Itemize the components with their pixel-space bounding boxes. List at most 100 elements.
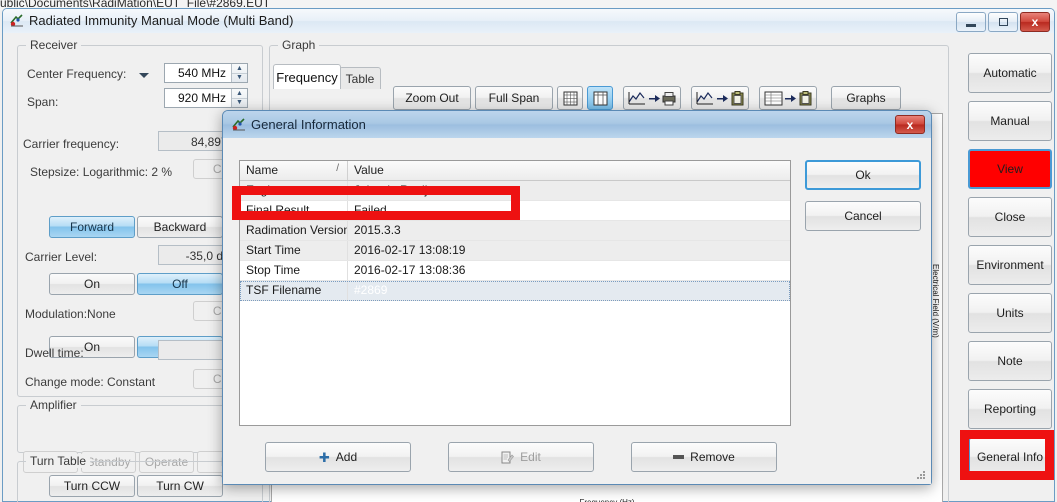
environment-button[interactable]: Environment	[968, 245, 1052, 285]
x-axis-label: Frequency (Hz)	[272, 498, 942, 502]
carrier-on-button[interactable]: On	[49, 273, 135, 295]
window-controls: x	[956, 12, 1050, 32]
row-value: #2869	[354, 283, 388, 297]
forward-button[interactable]: Forward	[49, 216, 135, 238]
sort-indicator-icon: /	[336, 163, 339, 174]
resize-grip-icon[interactable]	[915, 469, 927, 481]
remove-button[interactable]: Remove	[631, 442, 777, 472]
grid-icon-button[interactable]	[557, 86, 583, 110]
grid-icon	[563, 91, 577, 105]
general-info-grid[interactable]: Name / Value Engineer John de Rooij Fina…	[239, 160, 791, 426]
spin-down-icon[interactable]: ▼	[232, 99, 247, 108]
add-button-label: Add	[335, 450, 358, 464]
stepsize-label: Stepsize: Logarithmic: 2 %	[30, 165, 173, 179]
edit-button[interactable]: Edit	[448, 442, 594, 472]
graph-group-legend: Graph	[278, 38, 320, 52]
minimize-button[interactable]	[956, 12, 986, 32]
carrier-off-button[interactable]: Off	[137, 273, 223, 295]
center-frequency-label: Center Frequency:	[27, 67, 127, 81]
units-button[interactable]: Units	[968, 293, 1052, 333]
column-header-value[interactable]: Value	[348, 161, 790, 180]
change-mode-label: Change mode: Constant	[25, 375, 156, 389]
note-button[interactable]: Note	[968, 341, 1052, 381]
center-frequency-spinner[interactable]: ▲ ▼	[231, 64, 247, 82]
row-name: Final Result	[240, 201, 348, 220]
span-value: 920 MHz	[165, 89, 231, 107]
span-input[interactable]: 920 MHz ▲ ▼	[164, 88, 248, 108]
edit-button-label: Edit	[520, 450, 541, 464]
tab-frequency[interactable]: Frequency	[273, 64, 341, 89]
full-span-button[interactable]: Full Span	[475, 86, 553, 110]
print-graph-button[interactable]	[623, 86, 681, 110]
maximize-icon	[998, 18, 1008, 26]
span-spinner[interactable]: ▲ ▼	[231, 89, 247, 107]
radimation-icon	[10, 14, 23, 27]
zoom-out-button[interactable]: Zoom Out	[393, 86, 471, 110]
span-label: Span:	[27, 95, 59, 109]
chevron-down-icon[interactable]	[139, 73, 149, 78]
copy-graph-button[interactable]	[691, 86, 749, 110]
column-header-name[interactable]: Name /	[240, 161, 348, 180]
reporting-button[interactable]: Reporting	[968, 389, 1052, 429]
carrier-level-label: Carrier Level:	[25, 250, 98, 264]
minus-icon	[673, 455, 685, 459]
y-axis-label: Electrical Field (V/m)	[931, 264, 940, 338]
window-title: Radiated Immunity Manual Mode (Multi Ban…	[29, 13, 294, 28]
grid-columns-icon	[593, 91, 607, 105]
spin-up-icon[interactable]: ▲	[232, 64, 247, 74]
table-row-selected[interactable]: TSF Filename #2869	[240, 281, 790, 301]
plus-icon: ✚	[318, 449, 330, 465]
table-to-clipboard-icon	[764, 90, 812, 105]
radimation-icon	[232, 118, 245, 131]
row-name: Start Time	[240, 241, 348, 260]
table-row-final-result[interactable]: Final Result Failed	[240, 201, 790, 221]
column-header-name-text: Name	[246, 163, 279, 177]
dialog-title: General Information	[251, 117, 366, 132]
carrier-frequency-label: Carrier frequency:	[23, 137, 120, 151]
modulation-label: Modulation:None	[25, 307, 116, 321]
general-info-button[interactable]: General Info	[968, 437, 1052, 477]
row-value: John de Rooij	[354, 183, 428, 197]
table-row[interactable]: Stop Time 2016-02-17 13:08:36	[240, 261, 790, 281]
automatic-button[interactable]: Automatic	[968, 53, 1052, 93]
graph-to-printer-icon	[628, 91, 676, 105]
maximize-button[interactable]	[988, 12, 1018, 32]
row-name: TSF Filename	[240, 281, 348, 300]
table-row[interactable]: Engineer John de Rooij	[240, 181, 790, 201]
grid-columns-icon-button[interactable]	[587, 86, 613, 110]
tab-table[interactable]: Table	[339, 67, 381, 89]
cancel-button[interactable]: Cancel	[805, 201, 921, 231]
graph-to-clipboard-icon	[696, 90, 744, 105]
spin-down-icon[interactable]: ▼	[232, 74, 247, 83]
turn-cw-button[interactable]: Turn CW	[137, 475, 223, 497]
turn-ccw-button[interactable]: Turn CCW	[49, 475, 135, 497]
row-name: Engineer	[240, 181, 348, 200]
table-row[interactable]: Radimation Version 2015.3.3	[240, 221, 790, 241]
dialog-close-button[interactable]: x	[895, 115, 925, 134]
row-value: 2016-02-17 13:08:19	[354, 243, 466, 257]
close-icon: x	[1031, 15, 1039, 29]
center-frequency-input[interactable]: 540 MHz ▲ ▼	[164, 63, 248, 83]
row-value: Failed	[354, 203, 387, 217]
graphs-button[interactable]: Graphs	[831, 86, 901, 110]
spin-up-icon[interactable]: ▲	[232, 89, 247, 99]
receiver-group-legend: Receiver	[26, 38, 82, 52]
screen-root: ublic\Documents\RadiMation\EUT_File\#286…	[0, 0, 1057, 502]
edit-pencil-icon	[501, 451, 515, 463]
view-button[interactable]: View	[968, 149, 1052, 189]
row-name: Radimation Version	[240, 221, 348, 240]
close-button[interactable]: x	[1020, 12, 1050, 32]
backward-button[interactable]: Backward	[137, 216, 223, 238]
manual-button[interactable]: Manual	[968, 101, 1052, 141]
remove-button-label: Remove	[690, 450, 735, 464]
table-row[interactable]: Start Time 2016-02-17 13:08:19	[240, 241, 790, 261]
center-frequency-value: 540 MHz	[165, 64, 231, 82]
turntable-group-legend: Turn Table	[26, 454, 91, 468]
ok-button[interactable]: Ok	[805, 160, 921, 190]
dialog-title-bar: General Information x	[223, 111, 931, 138]
close-panel-button[interactable]: Close	[968, 197, 1052, 237]
copy-table-button[interactable]	[759, 86, 817, 110]
add-button[interactable]: ✚ Add	[265, 442, 411, 472]
general-information-dialog: General Information x Name / Value Engin…	[222, 110, 932, 485]
row-name: Stop Time	[240, 261, 348, 280]
